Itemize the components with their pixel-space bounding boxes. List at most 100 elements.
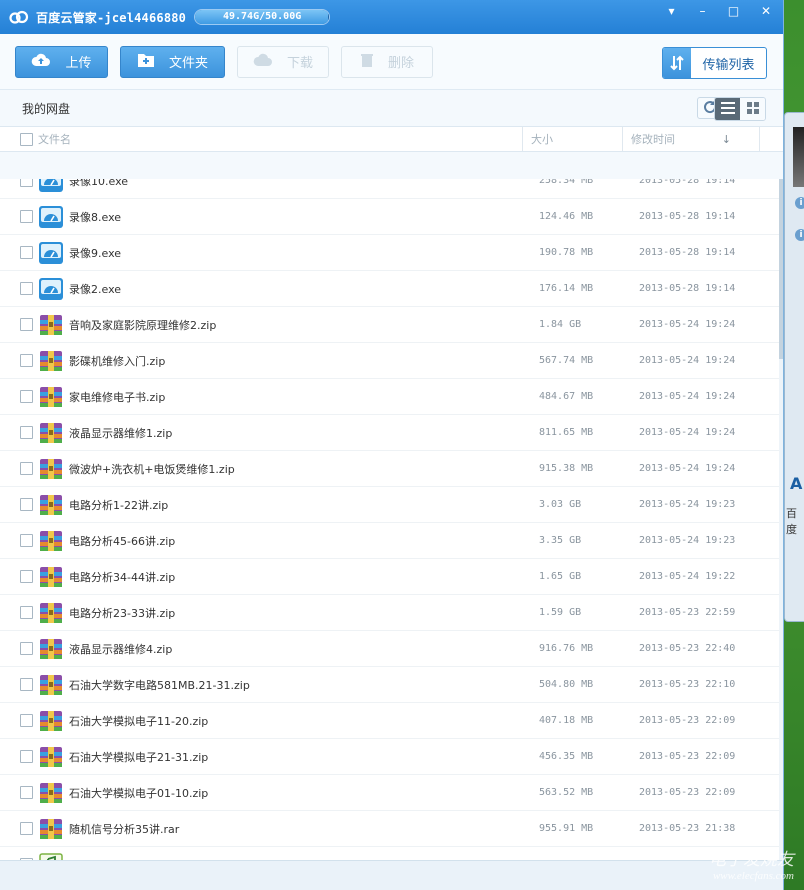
table-row[interactable]: 录像2.exe 176.14 MB 2013-05-28 19:14 (0, 271, 781, 307)
file-size: 955.91 MB (539, 823, 594, 834)
table-row[interactable]: 1.mp39.37 MB2013-05-23 21:27 (0, 847, 781, 860)
new-folder-button[interactable]: 文件夹 (120, 45, 225, 78)
cloud-upload-icon (31, 52, 51, 72)
file-name[interactable]: 音响及家庭影院原理维修2.zip (69, 317, 529, 333)
table-row[interactable]: 液晶显示器维修1.zip 811.65 MB 2013-05-24 19:24 (0, 415, 781, 451)
file-list: 录像10.exe 258.34 MB 2013-05-28 19:14 录像8.exe… (0, 179, 781, 860)
title-bar[interactable]: 百度云管家-jcel4466880 49.74G/50.00G ▾ – □ ✕ (0, 0, 783, 34)
table-row[interactable]: 音响及家庭影院原理维修2.zip 1.84 GB 2013-05-24 19:24 (0, 307, 781, 343)
file-name[interactable]: 电路分析34-44讲.zip (69, 569, 529, 585)
archive-file-icon (38, 312, 64, 338)
exe-file-icon (38, 240, 64, 266)
archive-file-icon (38, 708, 64, 734)
table-row[interactable]: 随机信号分析35讲.rar 955.91 MB 2013-05-23 21:38 (0, 811, 781, 847)
table-row[interactable]: 录像8.exe 124.46 MB 2013-05-28 19:14 (0, 199, 781, 235)
file-name[interactable]: 影碟机维修入门.zip (69, 353, 529, 369)
column-header-name[interactable]: 文件名 (38, 131, 522, 147)
table-row[interactable]: 液晶显示器维修4.zip 916.76 MB 2013-05-23 22:40 (0, 631, 781, 667)
file-size: 915.38 MB (539, 463, 594, 474)
file-modified-date: 2013-05-23 22:59 (639, 607, 736, 618)
archive-file-icon (38, 672, 64, 698)
row-checkbox[interactable] (19, 714, 33, 727)
row-checkbox[interactable] (19, 246, 33, 259)
exe-file-icon (38, 204, 64, 230)
table-row[interactable]: 电路分析45-66讲.zip 3.35 GB 2013-05-24 19:23 (0, 523, 781, 559)
file-name[interactable]: 家电维修电子书.zip (69, 389, 529, 405)
maximize-button[interactable]: □ (718, 0, 749, 22)
toolbar: 上传 文件夹 下载 删除 传输列表 (0, 34, 783, 90)
transfer-list-button[interactable]: 传输列表 (662, 47, 767, 79)
file-name[interactable]: 电路分析1-22讲.zip (69, 497, 529, 513)
row-checkbox[interactable] (19, 318, 33, 331)
close-button[interactable]: ✕ (749, 0, 783, 22)
row-checkbox[interactable] (19, 570, 33, 583)
table-row[interactable]: 石油大学数字电路581MB.21-31.zip 504.80 MB 2013-05-… (0, 667, 781, 703)
file-name[interactable]: 录像2.exe (69, 281, 529, 297)
quota-text: 49.74G/50.00G (222, 11, 302, 22)
table-row[interactable]: 家电维修电子书.zip 484.67 MB 2013-05-24 19:24 (0, 379, 781, 415)
table-row[interactable]: 石油大学模拟电子21-31.zip 456.35 MB 2013-05-23 22:… (0, 739, 781, 775)
select-all-checkbox[interactable] (19, 132, 33, 146)
row-checkbox[interactable] (19, 282, 33, 295)
table-row[interactable]: 影碟机维修入门.zip 567.74 MB 2013-05-24 19:24 (0, 343, 781, 379)
breadcrumb[interactable]: 我的网盘 (22, 100, 70, 117)
scrollbar-thumb[interactable] (779, 179, 783, 359)
file-name[interactable]: 石油大学模拟电子11-20.zip (69, 713, 529, 729)
list-view-button[interactable] (715, 98, 740, 120)
table-row[interactable]: 微波炉+洗衣机+电饭煲维修1.zip 915.38 MB 2013-05-24 19… (0, 451, 781, 487)
minimize-button[interactable]: – (687, 0, 718, 22)
file-name[interactable]: 微波炉+洗衣机+电饭煲维修1.zip (69, 461, 529, 477)
column-header-size[interactable]: 大小 (522, 127, 622, 151)
table-row[interactable]: 电路分析34-44讲.zip 1.65 GB 2013-05-24 19:22 (0, 559, 781, 595)
row-checkbox[interactable] (19, 786, 33, 799)
size-header-label: 大小 (531, 133, 553, 146)
row-checkbox[interactable] (19, 750, 33, 763)
row-checkbox[interactable] (19, 822, 33, 835)
download-button[interactable]: 下载 (237, 45, 329, 78)
file-name[interactable]: 石油大学数字电路581MB.21-31.zip (69, 677, 529, 693)
file-name[interactable]: 液晶显示器维修4.zip (69, 641, 529, 657)
file-name[interactable]: 石油大学模拟电子21-31.zip (69, 749, 529, 765)
row-checkbox[interactable] (19, 462, 33, 475)
row-checkbox[interactable] (19, 606, 33, 619)
file-name[interactable]: 录像9.exe (69, 245, 529, 261)
row-checkbox[interactable] (19, 678, 33, 691)
info-icon[interactable]: i (795, 197, 804, 209)
file-name[interactable]: 液晶显示器维修1.zip (69, 425, 529, 441)
column-header-modified[interactable]: 修改时间 ↓ (622, 127, 759, 151)
delete-button[interactable]: 删除 (341, 45, 433, 78)
file-name[interactable]: 随机信号分析35讲.rar (69, 821, 529, 837)
archive-file-icon (38, 492, 64, 518)
row-checkbox[interactable] (19, 210, 33, 223)
table-row[interactable]: 电路分析23-33讲.zip 1.59 GB 2013-05-23 22:59 (0, 595, 781, 631)
archive-file-icon (38, 816, 64, 842)
file-name[interactable]: 录像10.exe (69, 179, 529, 189)
table-row[interactable]: 电路分析1-22讲.zip 3.03 GB 2013-05-24 19:23 (0, 487, 781, 523)
modified-header-label: 修改时间 (631, 133, 675, 146)
file-size: 3.03 GB (539, 499, 582, 510)
file-size: 258.34 MB (539, 179, 594, 186)
row-checkbox[interactable] (19, 426, 33, 439)
menu-dropdown-button[interactable]: ▾ (656, 0, 687, 22)
scrollbar[interactable] (779, 179, 783, 860)
storage-quota-bar[interactable]: 49.74G/50.00G (194, 9, 331, 25)
row-checkbox[interactable] (19, 642, 33, 655)
row-checkbox[interactable] (19, 179, 33, 187)
row-checkbox[interactable] (19, 498, 33, 511)
info-icon[interactable]: i (795, 229, 804, 241)
grid-view-button[interactable] (740, 98, 765, 120)
row-checkbox[interactable] (19, 354, 33, 367)
upload-button[interactable]: 上传 (15, 45, 108, 78)
table-row[interactable]: 石油大学模拟电子01-10.zip 563.52 MB 2013-05-23 22:… (0, 775, 781, 811)
table-row[interactable]: 录像9.exe 190.78 MB 2013-05-28 19:14 (0, 235, 781, 271)
file-name[interactable]: 电路分析23-33讲.zip (69, 605, 529, 621)
file-modified-date: 2013-05-28 19:14 (639, 283, 736, 294)
file-name[interactable]: 录像8.exe (69, 209, 529, 225)
table-row[interactable]: 石油大学模拟电子11-20.zip 407.18 MB 2013-05-23 22:… (0, 703, 781, 739)
table-row[interactable]: 录像10.exe 258.34 MB 2013-05-28 19:14 (0, 179, 781, 199)
file-size: 1.84 GB (539, 319, 582, 330)
file-name[interactable]: 电路分析45-66讲.zip (69, 533, 529, 549)
row-checkbox[interactable] (19, 390, 33, 403)
file-name[interactable]: 石油大学模拟电子01-10.zip (69, 785, 529, 801)
row-checkbox[interactable] (19, 534, 33, 547)
